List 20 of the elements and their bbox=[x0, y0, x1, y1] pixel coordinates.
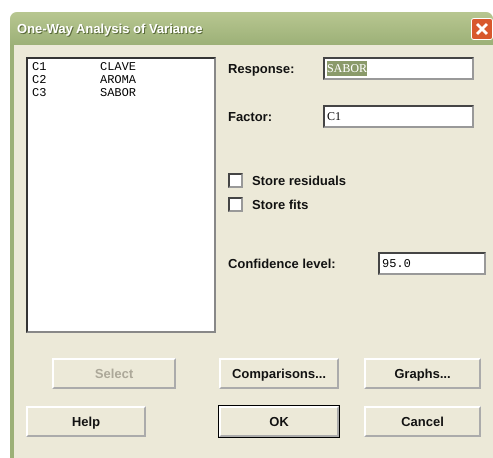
dialog-button[interactable]: Help bbox=[26, 406, 146, 437]
column-name: AROMA bbox=[100, 74, 136, 87]
dialog-button[interactable]: OK bbox=[219, 406, 339, 437]
checkbox-label: Store residuals bbox=[252, 173, 346, 188]
field-label: Factor: bbox=[228, 109, 274, 124]
variable-list[interactable]: C1 CLAVE C2 AROMA C3 SABOR bbox=[26, 57, 216, 333]
factor-field[interactable]: C1 bbox=[323, 105, 474, 128]
column-id: C1 bbox=[32, 61, 48, 74]
field-label: Response: bbox=[228, 61, 296, 76]
column-name: SABOR bbox=[100, 87, 136, 100]
dialog-button[interactable]: Graphs... bbox=[364, 358, 481, 389]
field-label: Confidence level: bbox=[228, 256, 337, 271]
checkbox-label: Store fits bbox=[252, 197, 308, 212]
column-id: C3 bbox=[32, 87, 48, 100]
column-name: CLAVE bbox=[100, 61, 136, 74]
window-title: One-Way Analysis of Variance bbox=[17, 21, 202, 36]
column-id: C2 bbox=[32, 74, 48, 87]
dialog-button[interactable]: Cancel bbox=[364, 406, 481, 437]
confidence-field[interactable]: 95.0 bbox=[378, 252, 486, 275]
dialog-button[interactable]: Comparisons... bbox=[219, 358, 339, 389]
